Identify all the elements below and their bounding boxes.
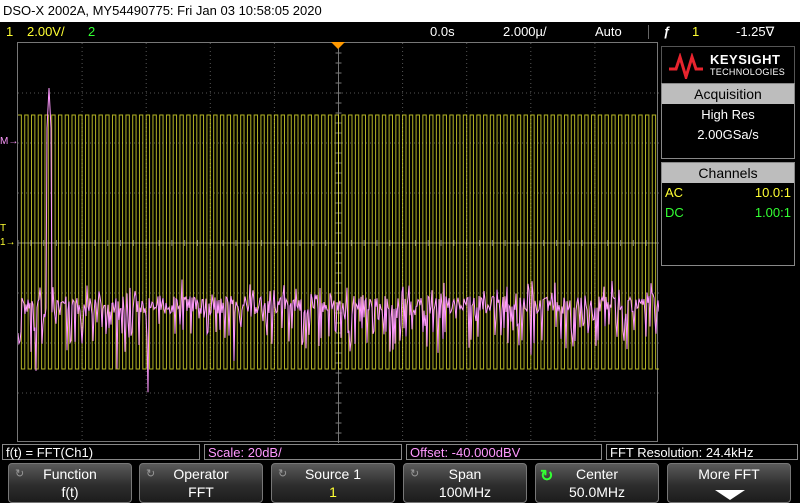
ch2-number[interactable]: 2 — [88, 22, 95, 42]
trigger-edge-icon: ƒ — [663, 24, 671, 39]
operator-label: Operator — [173, 466, 229, 482]
math-function-readout: f(t) = FFT(Ch1) — [2, 444, 200, 460]
keysight-logo: KEYSIGHT TECHNOLOGIES — [661, 46, 795, 84]
math-marker: M→ — [0, 136, 19, 147]
source-softkey[interactable]: ↻ Source 1 1 — [271, 463, 395, 503]
channel-row-1[interactable]: AC 10.0:1 — [662, 183, 794, 203]
function-softkey[interactable]: ↻ Function f(t) — [8, 463, 132, 503]
ch1-scale[interactable]: 2.00V/ — [27, 22, 65, 42]
trigger-level-marker: T — [0, 223, 7, 234]
time-delay[interactable]: 0.0s — [430, 22, 455, 42]
acquisition-header: Acquisition — [662, 84, 794, 104]
source-value: 1 — [329, 484, 337, 500]
acquisition-mode: High Res — [701, 107, 755, 122]
softkey-bar: ↻ Function f(t) ↻ Operator FFT ↻ Source … — [0, 462, 800, 503]
ch2-coupling: DC — [665, 205, 684, 220]
function-value: f(t) — [61, 484, 79, 500]
logo-brand: KEYSIGHT — [710, 52, 781, 67]
trigger-position-icon — [331, 42, 345, 49]
channels-panel[interactable]: Channels AC 10.0:1 DC 1.00:1 — [661, 162, 795, 266]
span-softkey[interactable]: ↻ Span 100MHz — [403, 463, 527, 503]
function-label: Function — [43, 466, 97, 482]
channel-row-2[interactable]: DC 1.00:1 — [662, 203, 794, 223]
status-divider — [648, 25, 649, 39]
graticule — [18, 43, 659, 443]
ch1-waveform — [18, 114, 659, 370]
trigger-level[interactable]: -1.25∇ — [736, 22, 774, 42]
keysight-wave-icon — [669, 53, 703, 79]
more-fft-softkey[interactable]: More FFT — [667, 463, 791, 503]
span-label: Span — [448, 466, 482, 482]
sample-rate: 2.00GSa/s — [697, 127, 759, 142]
ch1-ground-marker: 1→ — [0, 237, 16, 248]
fft-offset-readout: Offset: -40.000dBV — [406, 444, 602, 460]
center-label: Center — [575, 466, 619, 482]
status-bar: 1 2.00V/ 2 0.0s 2.000µ/ Auto ƒ 1 -1.25∇ — [0, 22, 800, 42]
down-arrow-icon — [715, 490, 745, 500]
more-fft-label: More FFT — [698, 466, 760, 482]
info-bar: f(t) = FFT(Ch1) Scale: 20dB/ Offset: -40… — [0, 443, 800, 461]
fft-scale-readout: Scale: 20dB/ — [204, 444, 402, 460]
center-value: 50.0MHz — [568, 484, 626, 500]
channels-header: Channels — [662, 163, 794, 183]
logo-subtitle: TECHNOLOGIES — [710, 67, 786, 77]
ch2-probe: 1.00:1 — [754, 205, 791, 220]
acquisition-panel[interactable]: Acquisition High Res 2.00GSa/s — [661, 83, 795, 159]
title-bar: DSO-X 2002A, MY54490775: Fri Jan 03 10:5… — [0, 0, 800, 22]
source-label: Source 1 — [304, 466, 362, 482]
trigger-source[interactable]: 1 — [692, 22, 699, 42]
ch1-number[interactable]: 1 — [6, 22, 13, 42]
ch1-coupling: AC — [665, 185, 684, 200]
span-value: 100MHz — [438, 484, 492, 500]
center-softkey[interactable]: ↻ Center 50.0MHz — [535, 463, 659, 503]
time-scale[interactable]: 2.000µ/ — [503, 22, 547, 42]
trigger-mode[interactable]: Auto — [595, 22, 622, 42]
operator-value: FFT — [188, 484, 214, 500]
fft-resolution-readout: FFT Resolution: 24.4kHz — [606, 444, 798, 460]
waveform-display[interactable] — [17, 42, 659, 443]
operator-softkey[interactable]: ↻ Operator FFT — [139, 463, 263, 503]
ch1-probe: 10.0:1 — [754, 185, 791, 200]
